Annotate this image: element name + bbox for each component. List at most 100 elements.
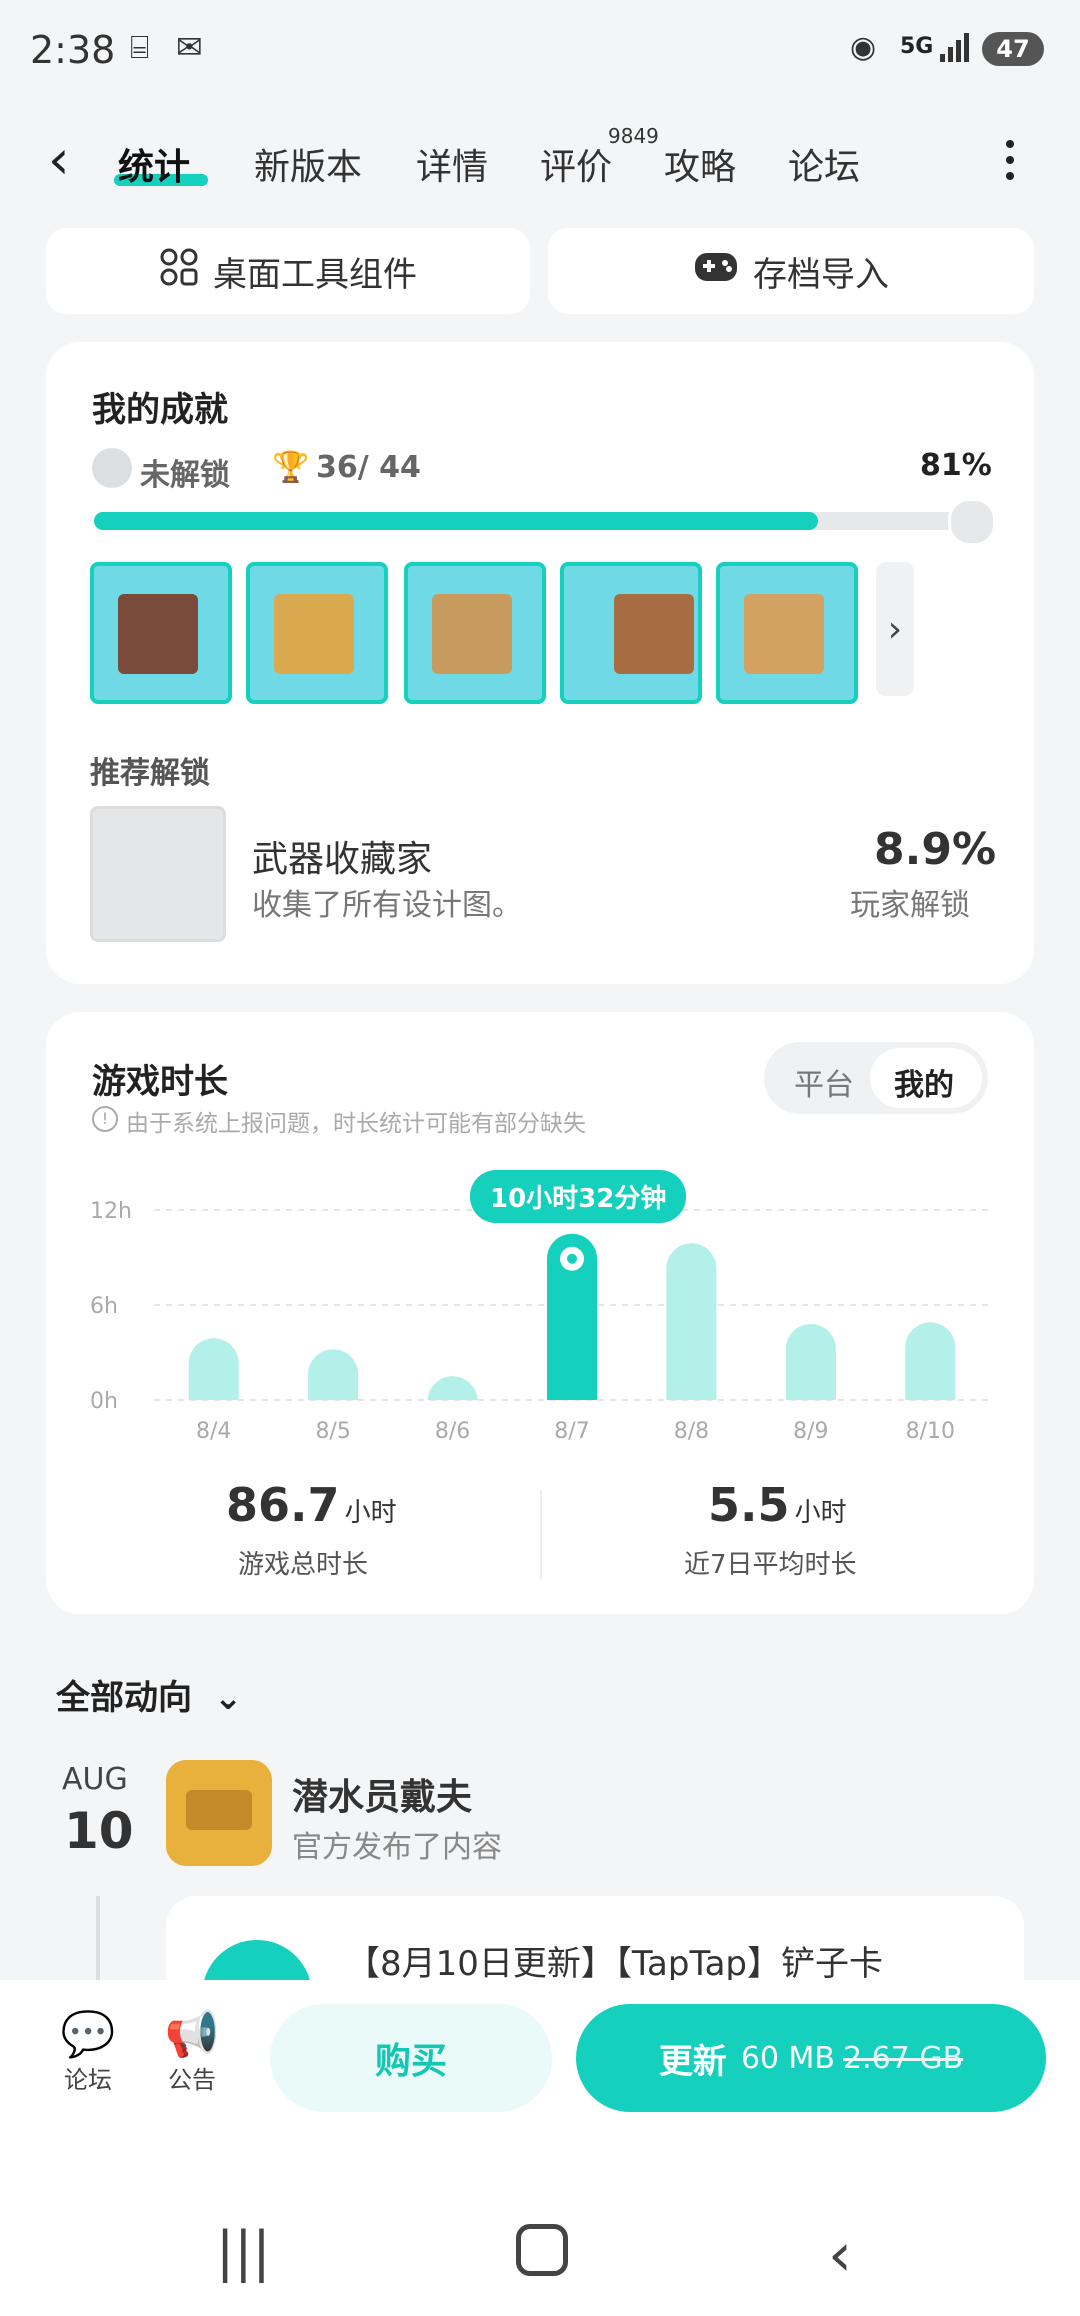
avg-playtime-unit: 小时 [794,1498,847,1528]
recommend-desc: 收集了所有设计图。 [252,888,522,923]
status-time: 2:38 [30,28,116,72]
feed-month: AUG [62,1762,128,1797]
x-tick-label: 8/6 [435,1419,470,1444]
home-icon[interactable] [516,2224,568,2276]
recommend-rate-label: 玩家解锁 [850,888,970,923]
toggle-platform[interactable]: 平台 [794,1060,854,1104]
avg-playtime-value: 5.5 [708,1478,790,1532]
chevron-down-icon: ⌄ [213,1678,243,1718]
x-tick-label: 8/5 [315,1419,350,1444]
wechat-icon: ✉ [176,28,203,66]
feed-post-title: 【8月10日更新】【TapTap】铲子卡 [346,1944,884,1984]
playtime-title: 游戏时长 [92,1062,228,1102]
locked-medal-icon [92,448,132,488]
chart-bar [308,1349,359,1400]
announce-button[interactable]: 📢 公告 [160,2010,224,2095]
widget-grid-icon [159,247,199,296]
bar-marker-dot [567,1253,577,1264]
feed-filter-label: 全部动向 [56,1678,192,1718]
recommend-title: 推荐解锁 [90,756,210,791]
save-import-label: 存档导入 [753,254,889,295]
reviews-count-badge: 9849 [608,124,659,148]
tab-new-version[interactable]: 新版本 [254,138,362,190]
hotspot-icon: ◉ [850,30,877,65]
progress-end-medal-icon [948,498,996,546]
update-size: 60 MB [740,2040,835,2076]
tab-guides[interactable]: 攻略 [664,138,736,190]
platform-mine-toggle[interactable]: 平台 我的 [764,1042,988,1114]
total-playtime-unit: 小时 [344,1498,397,1528]
achievement-progress-fill [94,512,819,530]
tab-stats[interactable]: 统计 [118,138,190,190]
recommend-name: 武器收藏家 [252,839,433,880]
x-tick-label: 8/7 [554,1419,589,1444]
achievement-count: 36/ 44 [316,450,421,485]
x-tick-label: 8/10 [906,1419,955,1444]
save-import-button[interactable]: 存档导入 [548,228,1034,314]
achievement-thumb[interactable] [246,562,388,704]
y-tick-label: 0h [90,1389,118,1414]
recent-apps-icon[interactable]: ||| [216,2220,271,2283]
tab-details[interactable]: 详情 [416,138,488,190]
status-bar: 2:38 ⌸ ✉ ◉ 5G 47 [0,0,1080,100]
achievement-percent: 81% [920,448,992,483]
avg-playtime: 5.5 小时 [708,1478,847,1532]
achievement-thumb[interactable] [90,562,232,704]
achievement-thumb[interactable] [404,562,546,704]
recommend-achievement-icon[interactable] [90,806,226,942]
screenshot-icon: ⌸ [130,28,150,66]
update-button[interactable]: 更新 60 MB 2.67 GB [576,2004,1046,2112]
tab-forum[interactable]: 论坛 [788,138,860,190]
toggle-mine[interactable]: 我的 [894,1060,954,1104]
chart-bar [188,1338,239,1400]
locked-label: 未解锁 [140,458,230,493]
feed-filter[interactable]: 全部动向 ⌄ [56,1670,242,1719]
stats-divider [540,1490,542,1580]
achievements-next-button[interactable]: › [876,562,914,696]
chart-bar [666,1243,717,1400]
forum-button[interactable]: 💬 论坛 [56,2010,120,2095]
update-label: 更新 [658,2041,727,2082]
avg-playtime-label: 近7日平均时长 [684,1550,857,1580]
forum-label: 论坛 [64,2066,112,2094]
y-tick-label: 12h [90,1199,132,1224]
feed-action: 官方发布了内容 [292,1830,502,1865]
x-tick-label: 8/4 [196,1419,231,1444]
author-avatar[interactable] [166,1760,272,1866]
chart-bar [785,1324,836,1400]
signal-icon [938,30,972,64]
total-playtime-value: 86.7 [226,1478,340,1532]
chevron-right-icon: › [887,608,903,650]
achievements-title: 我的成就 [92,390,228,430]
playtime-notice: 由于系统上报问题，时长统计可能有部分缺失 [126,1111,586,1137]
announce-label: 公告 [168,2066,216,2094]
feed-author[interactable]: 潜水员戴夫 [292,1768,472,1820]
chart-bar [427,1376,478,1402]
x-tick-label: 8/8 [674,1419,709,1444]
more-icon[interactable] [1006,140,1016,180]
full-size: 2.67 GB [843,2040,964,2076]
tab-reviews[interactable]: 评价 [540,138,612,190]
info-icon: ! [92,1106,118,1132]
trophy-icon: 🏆 [272,450,310,485]
desktop-widget-button[interactable]: 桌面工具组件 [46,228,530,314]
battery-indicator: 47 [982,32,1044,66]
achievement-thumb[interactable] [560,562,702,704]
achievement-progress-bar [94,512,988,530]
forum-icon: 💬 [60,2009,116,2060]
buy-button[interactable]: 购买 [270,2004,552,2112]
feed-day: 10 [64,1802,134,1860]
playtime-chart: 0h 6h 12h 8/4 8/5 8/6 8/7 8/8 8/9 8/10 [90,1199,990,1444]
total-playtime-label: 游戏总时长 [238,1550,369,1580]
total-playtime: 86.7 小时 [226,1478,397,1532]
chart-bar [905,1322,956,1400]
chart-tooltip: 10小时32分钟 [470,1170,687,1223]
y-tick-label: 6h [90,1294,118,1319]
desktop-widget-label: 桌面工具组件 [213,254,417,295]
achievement-thumb[interactable] [716,562,858,704]
megaphone-icon: 📢 [164,2009,220,2060]
system-back-icon[interactable]: ‹ [828,2220,852,2290]
x-tick-label: 8/9 [793,1419,828,1444]
gamepad-icon [693,249,739,294]
back-icon[interactable]: ‹ [48,130,88,190]
